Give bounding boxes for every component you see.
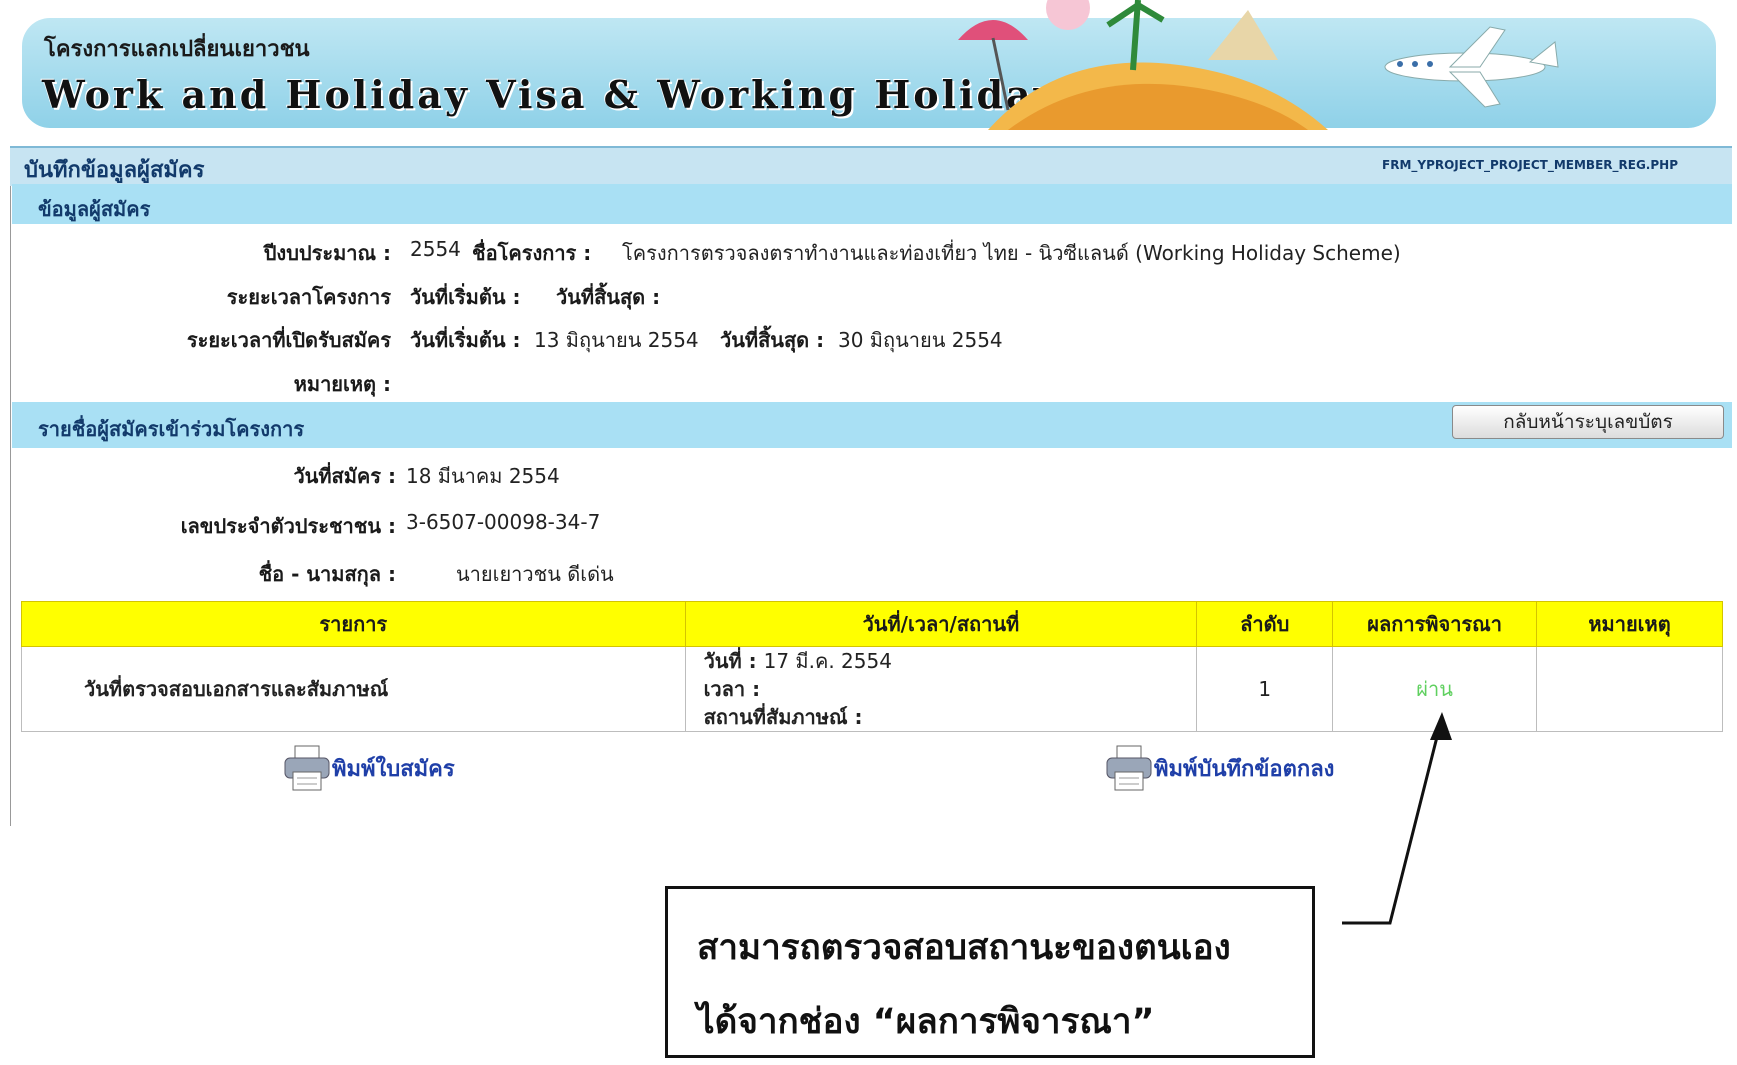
place-label: สถานที่สัมภาษณ์ : bbox=[703, 705, 863, 729]
banner-subtitle: โครงการแลกเปลี่ยนเยาวชน bbox=[44, 37, 310, 62]
callout-line-1: สามารถตรวจสอบสถานะของตนเอง bbox=[697, 928, 1231, 968]
reg-end-label: วันที่สิ้นสุด : bbox=[720, 328, 825, 352]
form-code: FRM_YPROJECT_PROJECT_MEMBER_REG.PHP bbox=[1382, 158, 1678, 172]
cell-order: 1 bbox=[1196, 646, 1334, 732]
registration-period-label: ระยะเวลาที่เปิดรับสมัคร bbox=[186, 328, 391, 352]
island-illustration bbox=[958, 0, 1328, 130]
citizen-id-value: 3-6507-00098-34-7 bbox=[406, 510, 601, 534]
time-label: เวลา : bbox=[703, 677, 761, 701]
fiscal-year-label: ปีงบประมาณ : bbox=[263, 241, 391, 265]
applicant-info-header bbox=[12, 184, 1732, 224]
project-period-label: ระยะเวลาโครงการ bbox=[226, 285, 391, 309]
apply-date-label: วันที่สมัคร : bbox=[293, 464, 396, 488]
print-agreement-link[interactable]: พิมพ์บันทึกข้อตกลง bbox=[1104, 744, 1334, 792]
airplane-illustration bbox=[1384, 26, 1559, 108]
back-to-id-entry-button[interactable]: กลับหน้าระบุเลขบัตร bbox=[1452, 405, 1724, 439]
table-header-row: รายการ วันที่/เวลา/สถานที่ ลำดับ ผลการพิ… bbox=[21, 601, 1723, 647]
date-label: วันที่ : bbox=[703, 649, 757, 673]
callout-line-2: ได้จากช่อง “ผลการพิจารณา” bbox=[697, 1002, 1155, 1042]
project-end-label: วันที่สิ้นสุด : bbox=[556, 285, 661, 309]
col-header-remark: หมายเหตุ bbox=[1536, 601, 1723, 647]
full-name-label: ชื่อ - นามสกุล : bbox=[258, 562, 396, 586]
citizen-id-label: เลขประจำตัวประชาชน : bbox=[180, 514, 396, 538]
full-name-value: นายเยาวชน ดีเด่น bbox=[456, 562, 614, 586]
fiscal-year-value: 2554 bbox=[410, 237, 461, 261]
printer-icon bbox=[284, 745, 330, 791]
cell-date-line: วันที่ : 17 มี.ค. 2554 bbox=[704, 647, 1197, 675]
print-application-label[interactable]: พิมพ์ใบสมัคร bbox=[332, 751, 455, 786]
reg-start-value: 13 มิถุนายน 2554 bbox=[534, 328, 699, 352]
project-start-label: วันที่เริ่มต้น : bbox=[410, 285, 521, 309]
interview-table: รายการ วันที่/เวลา/สถานที่ ลำดับ ผลการพิ… bbox=[21, 601, 1723, 732]
callout-arrow bbox=[1342, 712, 1452, 925]
print-application-link[interactable]: พิมพ์ใบสมัคร bbox=[282, 744, 455, 792]
cell-item: วันที่ตรวจสอบเอกสารและสัมภาษณ์ bbox=[21, 646, 686, 732]
cell-datetime-place: วันที่ : 17 มี.ค. 2554 เวลา : สถานที่สัม… bbox=[684, 646, 1198, 732]
apply-date-value: 18 มีนาคม 2554 bbox=[406, 464, 560, 488]
project-name-value: โครงการตรวจลงตราทำงานและท่องเที่ยว ไทย -… bbox=[622, 241, 1401, 265]
print-agreement-label[interactable]: พิมพ์บันทึกข้อตกลง bbox=[1154, 751, 1334, 786]
remark-label: หมายเหตุ : bbox=[293, 372, 391, 396]
printer-icon bbox=[1106, 745, 1152, 791]
participants-heading: รายชื่อผู้สมัครเข้าร่วมโครงการ bbox=[38, 417, 305, 441]
table-row: วันที่ตรวจสอบเอกสารและสัมภาษณ์ วันที่ : … bbox=[21, 646, 1723, 732]
project-name-label: ชื่อโครงการ : bbox=[472, 241, 592, 265]
applicant-info-heading: ข้อมูลผู้สมัคร bbox=[38, 197, 151, 221]
reg-end-value: 30 มิถุนายน 2554 bbox=[838, 328, 1003, 352]
col-header-order: ลำดับ bbox=[1196, 601, 1334, 647]
cell-remark bbox=[1536, 646, 1723, 732]
col-header-item: รายการ bbox=[21, 601, 686, 647]
col-header-datetime-place: วันที่/เวลา/สถานที่ bbox=[684, 601, 1198, 647]
reg-start-label: วันที่เริ่มต้น : bbox=[410, 328, 521, 352]
page-title: บันทึกข้อมูลผู้สมัคร bbox=[24, 158, 205, 183]
date-value: 17 มี.ค. 2554 bbox=[763, 649, 892, 673]
col-header-result: ผลการพิจารณา bbox=[1332, 601, 1538, 647]
